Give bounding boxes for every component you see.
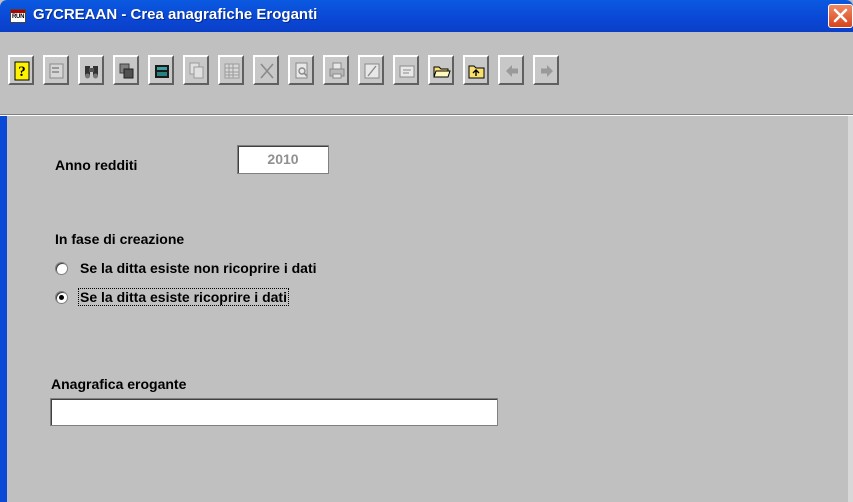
print-preview-icon (295, 62, 308, 79)
anagrafica-erogante-label: Anagrafica erogante (51, 376, 187, 392)
search-button[interactable] (78, 55, 104, 85)
radio-button-unchecked[interactable] (55, 262, 68, 275)
radio-overwrite-label[interactable]: Se la ditta esiste ricoprire i dati (78, 288, 289, 306)
grid-button[interactable] (218, 55, 244, 85)
edit-icon (364, 63, 380, 79)
folder-open-icon (433, 66, 451, 78)
calculator-icon (155, 65, 169, 78)
x-icon (260, 63, 274, 79)
printer-icon (329, 62, 345, 79)
print-button[interactable] (323, 55, 349, 85)
open-button[interactable] (428, 55, 454, 85)
radio-button-checked[interactable] (55, 291, 68, 304)
up-folder-button[interactable] (463, 55, 489, 85)
radio-dot (59, 295, 64, 300)
next-button[interactable] (533, 55, 559, 85)
properties-icon (49, 63, 64, 79)
calculator-button[interactable] (148, 55, 174, 85)
close-icon (833, 8, 848, 23)
copy-window-button[interactable] (113, 55, 139, 85)
previous-button[interactable] (498, 55, 524, 85)
run-icon-text: RUN (12, 14, 25, 20)
app-window: RUN G7CREAAN - Crea anagrafiche Eroganti… (0, 0, 853, 502)
anagrafica-erogante-input[interactable] (50, 398, 498, 426)
preview-button[interactable] (288, 55, 314, 85)
creation-mode-label: In fase di creazione (55, 231, 185, 247)
svg-text:?: ? (18, 64, 26, 80)
toolbar-separator (0, 114, 853, 116)
delete-button[interactable] (253, 55, 279, 85)
note-button[interactable] (393, 55, 419, 85)
question-mark-icon: ? (14, 61, 30, 81)
title-bar[interactable]: RUN G7CREAAN - Crea anagrafiche Eroganti (0, 0, 853, 32)
help-button[interactable]: ? (8, 55, 34, 85)
anno-redditi-label: Anno redditi (55, 157, 138, 173)
binoculars-icon (85, 66, 98, 79)
arrow-left-icon (506, 65, 518, 77)
arrow-right-icon (541, 65, 553, 77)
grid-icon (224, 63, 240, 79)
copy-icon (189, 62, 204, 79)
anno-redditi-field[interactable]: 2010 (237, 145, 329, 174)
radio-no-overwrite-label[interactable]: Se la ditta esiste non ricoprire i dati (79, 260, 318, 276)
window-title: G7CREAAN - Crea anagrafiche Eroganti (33, 6, 318, 23)
duplicate-button[interactable] (183, 55, 209, 85)
close-button[interactable] (828, 4, 853, 28)
note-icon (399, 65, 415, 78)
folder-up-icon (468, 65, 485, 79)
window-stack-icon (119, 63, 134, 79)
properties-button[interactable] (43, 55, 69, 85)
edit-button[interactable] (358, 55, 384, 85)
run-icon[interactable]: RUN (10, 9, 26, 23)
